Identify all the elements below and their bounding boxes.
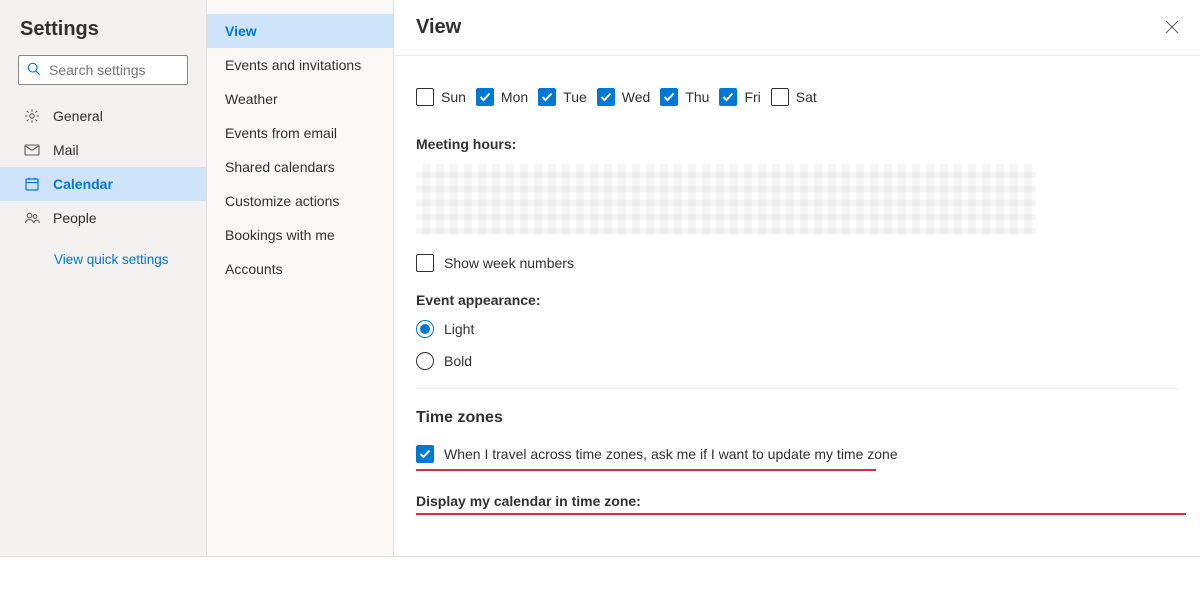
nav-label: People — [53, 210, 97, 226]
subnav-view[interactable]: View — [207, 14, 393, 48]
nav-label: Calendar — [53, 176, 113, 192]
subnav-events-from-email[interactable]: Events from email — [207, 116, 393, 150]
nav-item-calendar[interactable]: Calendar — [0, 167, 206, 201]
subnav-bookings[interactable]: Bookings with me — [207, 218, 393, 252]
subnav-shared-calendars[interactable]: Shared calendars — [207, 150, 393, 184]
subnav-accounts[interactable]: Accounts — [207, 252, 393, 286]
timezones-heading: Time zones — [416, 409, 1178, 427]
search-input[interactable] — [49, 62, 179, 78]
day-label-fri: Fri — [744, 89, 760, 105]
nav-item-general[interactable]: General — [0, 99, 206, 133]
highlight-underline-2 — [416, 513, 1186, 515]
checkbox-tue[interactable] — [538, 88, 556, 106]
search-box[interactable] — [18, 55, 188, 85]
checkbox-sun[interactable] — [416, 88, 434, 106]
settings-title: Settings — [0, 18, 206, 41]
day-label-wed: Wed — [622, 89, 651, 105]
show-week-numbers-label: Show week numbers — [444, 255, 574, 271]
checkbox-fri[interactable] — [719, 88, 737, 106]
nav-label: Mail — [53, 142, 79, 158]
view-quick-settings-link[interactable]: View quick settings — [0, 241, 206, 277]
day-label-sun: Sun — [441, 89, 466, 105]
radio-light-label: Light — [444, 321, 474, 337]
close-icon — [1165, 20, 1179, 37]
gear-icon — [24, 108, 40, 124]
meeting-hours-label: Meeting hours: — [416, 136, 1178, 152]
calendar-subnav: View Events and invitations Weather Even… — [207, 0, 394, 556]
nav-label: General — [53, 108, 103, 124]
subnav-customize-actions[interactable]: Customize actions — [207, 184, 393, 218]
people-icon — [24, 210, 40, 226]
search-icon — [27, 62, 41, 79]
subnav-events-invitations[interactable]: Events and invitations — [207, 48, 393, 82]
work-days-row: Sun Mon Tue Wed Thu Fri Sat — [416, 88, 1178, 106]
day-label-mon: Mon — [501, 89, 528, 105]
close-button[interactable] — [1158, 14, 1186, 42]
day-label-thu: Thu — [685, 89, 709, 105]
subnav-weather[interactable]: Weather — [207, 82, 393, 116]
radio-bold[interactable] — [416, 352, 434, 370]
mail-icon — [24, 144, 40, 156]
ask-timezone-label: When I travel across time zones, ask me … — [444, 446, 898, 462]
calendar-icon — [24, 176, 40, 192]
checkbox-sat[interactable] — [771, 88, 789, 106]
display-timezone-label: Display my calendar in time zone: — [416, 493, 1178, 509]
checkbox-mon[interactable] — [476, 88, 494, 106]
settings-sidebar: Settings General Mail Cal — [0, 0, 207, 556]
nav-item-people[interactable]: People — [0, 201, 206, 235]
day-label-sat: Sat — [796, 89, 817, 105]
radio-bold-label: Bold — [444, 353, 472, 369]
meeting-hours-redacted — [416, 164, 1036, 234]
radio-light[interactable] — [416, 320, 434, 338]
panel-title: View — [416, 16, 461, 39]
event-appearance-label: Event appearance: — [416, 292, 1178, 308]
nav-item-mail[interactable]: Mail — [0, 133, 206, 167]
checkbox-wed[interactable] — [597, 88, 615, 106]
section-divider — [416, 388, 1178, 389]
checkbox-ask-timezone[interactable] — [416, 445, 434, 463]
day-label-tue: Tue — [563, 89, 587, 105]
checkbox-show-week-numbers[interactable] — [416, 254, 434, 272]
main-panel: View Sun Mon Tue Wed Thu Fri Sat Meeting… — [394, 0, 1200, 556]
highlight-underline-1 — [416, 469, 876, 471]
checkbox-thu[interactable] — [660, 88, 678, 106]
